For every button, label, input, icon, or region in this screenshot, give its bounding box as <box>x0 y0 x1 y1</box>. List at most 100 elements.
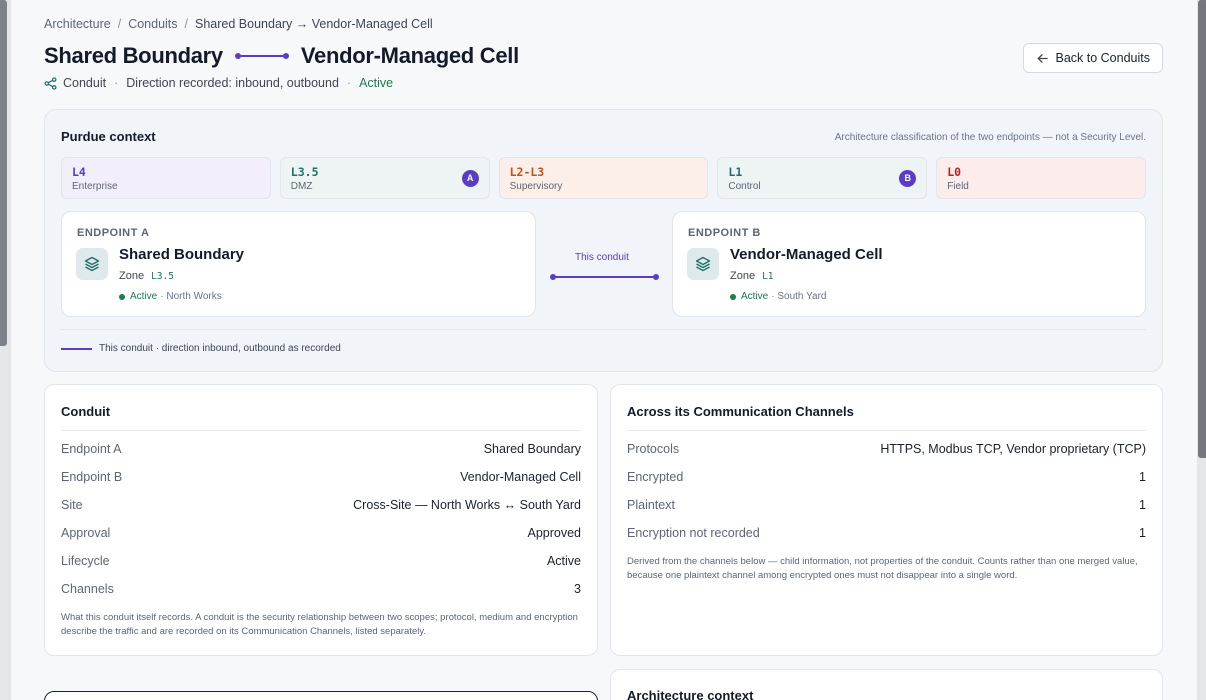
architecture-card-title: Architecture context <box>627 688 754 700</box>
architecture-context-card: Architecture context <box>610 669 1163 700</box>
zone-code: L3.5 <box>151 271 174 282</box>
breadcrumb: Architecture / Conduits / Shared Boundary → … <box>44 17 433 31</box>
property-label: Site <box>61 498 83 512</box>
conduit-card: Conduit Endpoint A Shared Boundary Endpoi… <box>44 384 598 656</box>
breadcrumb-current: Shared Boundary → Vendor-Managed Cell <box>195 17 433 31</box>
next-card-focused[interactable] <box>44 691 598 700</box>
back-button-label: Back to Conduits <box>1055 51 1151 65</box>
level-l4: L4 Enterprise <box>61 157 271 199</box>
summary-label: Protocols <box>627 442 680 456</box>
property-value: 3 <box>574 582 581 596</box>
property-label: Endpoint A <box>61 442 122 456</box>
property-row: Lifecycle Active <box>61 547 581 575</box>
level-name: Field <box>947 181 969 192</box>
endpoint-b-card[interactable]: ENDPOINT B Vendor-Managed Cell Zone L1 Ac… <box>672 211 1146 317</box>
back-to-conduits-button[interactable]: Back to Conduits <box>1022 43 1163 73</box>
level-code: L3.5 <box>290 165 319 179</box>
summary-value: 1 <box>1139 526 1146 540</box>
title-endpoint-a: Shared Boundary <box>44 43 223 68</box>
left-scrollbar-thumb[interactable] <box>0 0 7 346</box>
level-l3-5: L3.5 DMZ A <box>279 157 490 199</box>
summary-value: HTTPS, Modbus TCP, Vendor proprietary (T… <box>880 442 1146 456</box>
status-text: Active <box>130 291 158 302</box>
meta-separator: · <box>114 76 119 90</box>
purdue-note: Architecture classification of the two e… <box>834 132 1146 143</box>
conduit-connector-line <box>550 273 659 281</box>
arrow-left-icon <box>1037 53 1048 63</box>
property-label: Lifecycle <box>61 554 110 568</box>
property-value: Shared Boundary <box>483 442 581 456</box>
endpoint-b-zone: Zone L1 <box>730 270 774 282</box>
divider <box>627 430 1146 431</box>
page: Architecture / Conduits / Shared Boundary → … <box>11 0 1197 700</box>
level-code: L2-L3 <box>509 165 545 179</box>
channels-card-footnote: Derived from the channels below — child … <box>627 556 1138 581</box>
summary-row: Plaintext 1 <box>627 491 1146 519</box>
level-name: Enterprise <box>72 181 118 192</box>
site-text: · South Yard <box>771 291 827 302</box>
property-row: Endpoint A Shared Boundary <box>61 435 581 463</box>
status-dot-icon <box>119 293 125 300</box>
conduit-connector-icon <box>234 51 289 61</box>
level-code: L0 <box>947 165 962 179</box>
channels-card: Across its Communication Channels Protoc… <box>610 384 1163 656</box>
property-label: Approval <box>61 526 111 540</box>
property-value: Approved <box>527 526 581 540</box>
direction-recorded: Direction recorded: inbound, outbound <box>126 76 339 90</box>
property-label: Endpoint B <box>61 470 123 484</box>
summary-label: Plaintext <box>627 498 675 512</box>
conduit-card-title: Conduit <box>61 404 111 419</box>
conduit-type: Conduit <box>63 76 107 90</box>
level-name: DMZ <box>290 181 313 192</box>
zone-code: L1 <box>762 271 774 282</box>
level-code: L1 <box>728 165 743 179</box>
endpoint-a-zone: Zone L3.5 <box>119 270 174 282</box>
conduit-properties: Endpoint A Shared Boundary Endpoint B Vend… <box>61 435 581 603</box>
status-badge: Active <box>359 76 394 90</box>
right-scrollbar-track[interactable] <box>1197 0 1206 700</box>
endpoint-b-status: Active · South Yard <box>730 291 826 302</box>
summary-value: 1 <box>1139 498 1146 512</box>
property-value: Active <box>546 554 581 568</box>
property-row: Channels 3 <box>61 575 581 603</box>
divider <box>61 430 581 431</box>
purdue-levels: L4 Enterprise L3.5 DMZ A L2-L3 Superviso… <box>61 157 1146 199</box>
level-name: Supervisory <box>509 181 563 192</box>
level-l2-l3: L2-L3 Supervisory <box>498 157 709 199</box>
property-row: Approval Approved <box>61 519 581 547</box>
purdue-context-panel: Purdue context Architecture classificati… <box>44 109 1163 372</box>
property-row: Site Cross-Site — North Works ↔ South Yar… <box>61 491 581 519</box>
layers-icon <box>76 248 108 280</box>
endpoint-a-kicker: ENDPOINT A <box>77 227 150 239</box>
breadcrumb-architecture[interactable]: Architecture <box>44 17 111 31</box>
divider <box>61 329 1146 330</box>
summary-row: Protocols HTTPS, Modbus TCP, Vendor propr… <box>627 435 1146 463</box>
conduit-card-footnote: What this conduit itself records. A cond… <box>61 612 578 637</box>
site-text: · North Works <box>160 291 222 302</box>
level-code: L4 <box>72 165 86 179</box>
zone-label: Zone <box>119 270 145 282</box>
status-text: Active <box>741 291 769 302</box>
channels-card-title: Across its Communication Channels <box>627 404 854 419</box>
conduit-legend: This conduit · direction inbound, outbou… <box>61 343 341 354</box>
share-icon <box>44 76 57 90</box>
level-l1: L1 Control B <box>717 157 928 199</box>
endpoint-a-card[interactable]: ENDPOINT A Shared Boundary Zone L3.5 Acti… <box>61 211 536 317</box>
channel-summary: Protocols HTTPS, Modbus TCP, Vendor propr… <box>627 435 1146 547</box>
summary-label: Encrypted <box>627 470 684 484</box>
connector-label: This conduit <box>575 252 629 263</box>
summary-label: Encryption not recorded <box>627 526 760 540</box>
level-name: Control <box>728 181 761 192</box>
page-title: Shared Boundary Vendor-Managed Cell <box>44 43 519 69</box>
right-scrollbar-thumb[interactable] <box>1198 0 1206 458</box>
layers-icon <box>687 248 719 280</box>
breadcrumb-separator: / <box>117 17 122 31</box>
endpoint-b-kicker: ENDPOINT B <box>688 227 761 239</box>
property-value: Cross-Site — North Works ↔ South Yard <box>353 498 581 512</box>
breadcrumb-conduits[interactable]: Conduits <box>128 17 177 31</box>
purdue-title: Purdue context <box>61 129 156 144</box>
left-scrollbar-track[interactable] <box>0 0 11 700</box>
legend-swatch <box>61 347 92 350</box>
title-endpoint-b: Vendor-Managed Cell <box>300 43 519 68</box>
endpoint-a-badge: A <box>461 170 479 187</box>
